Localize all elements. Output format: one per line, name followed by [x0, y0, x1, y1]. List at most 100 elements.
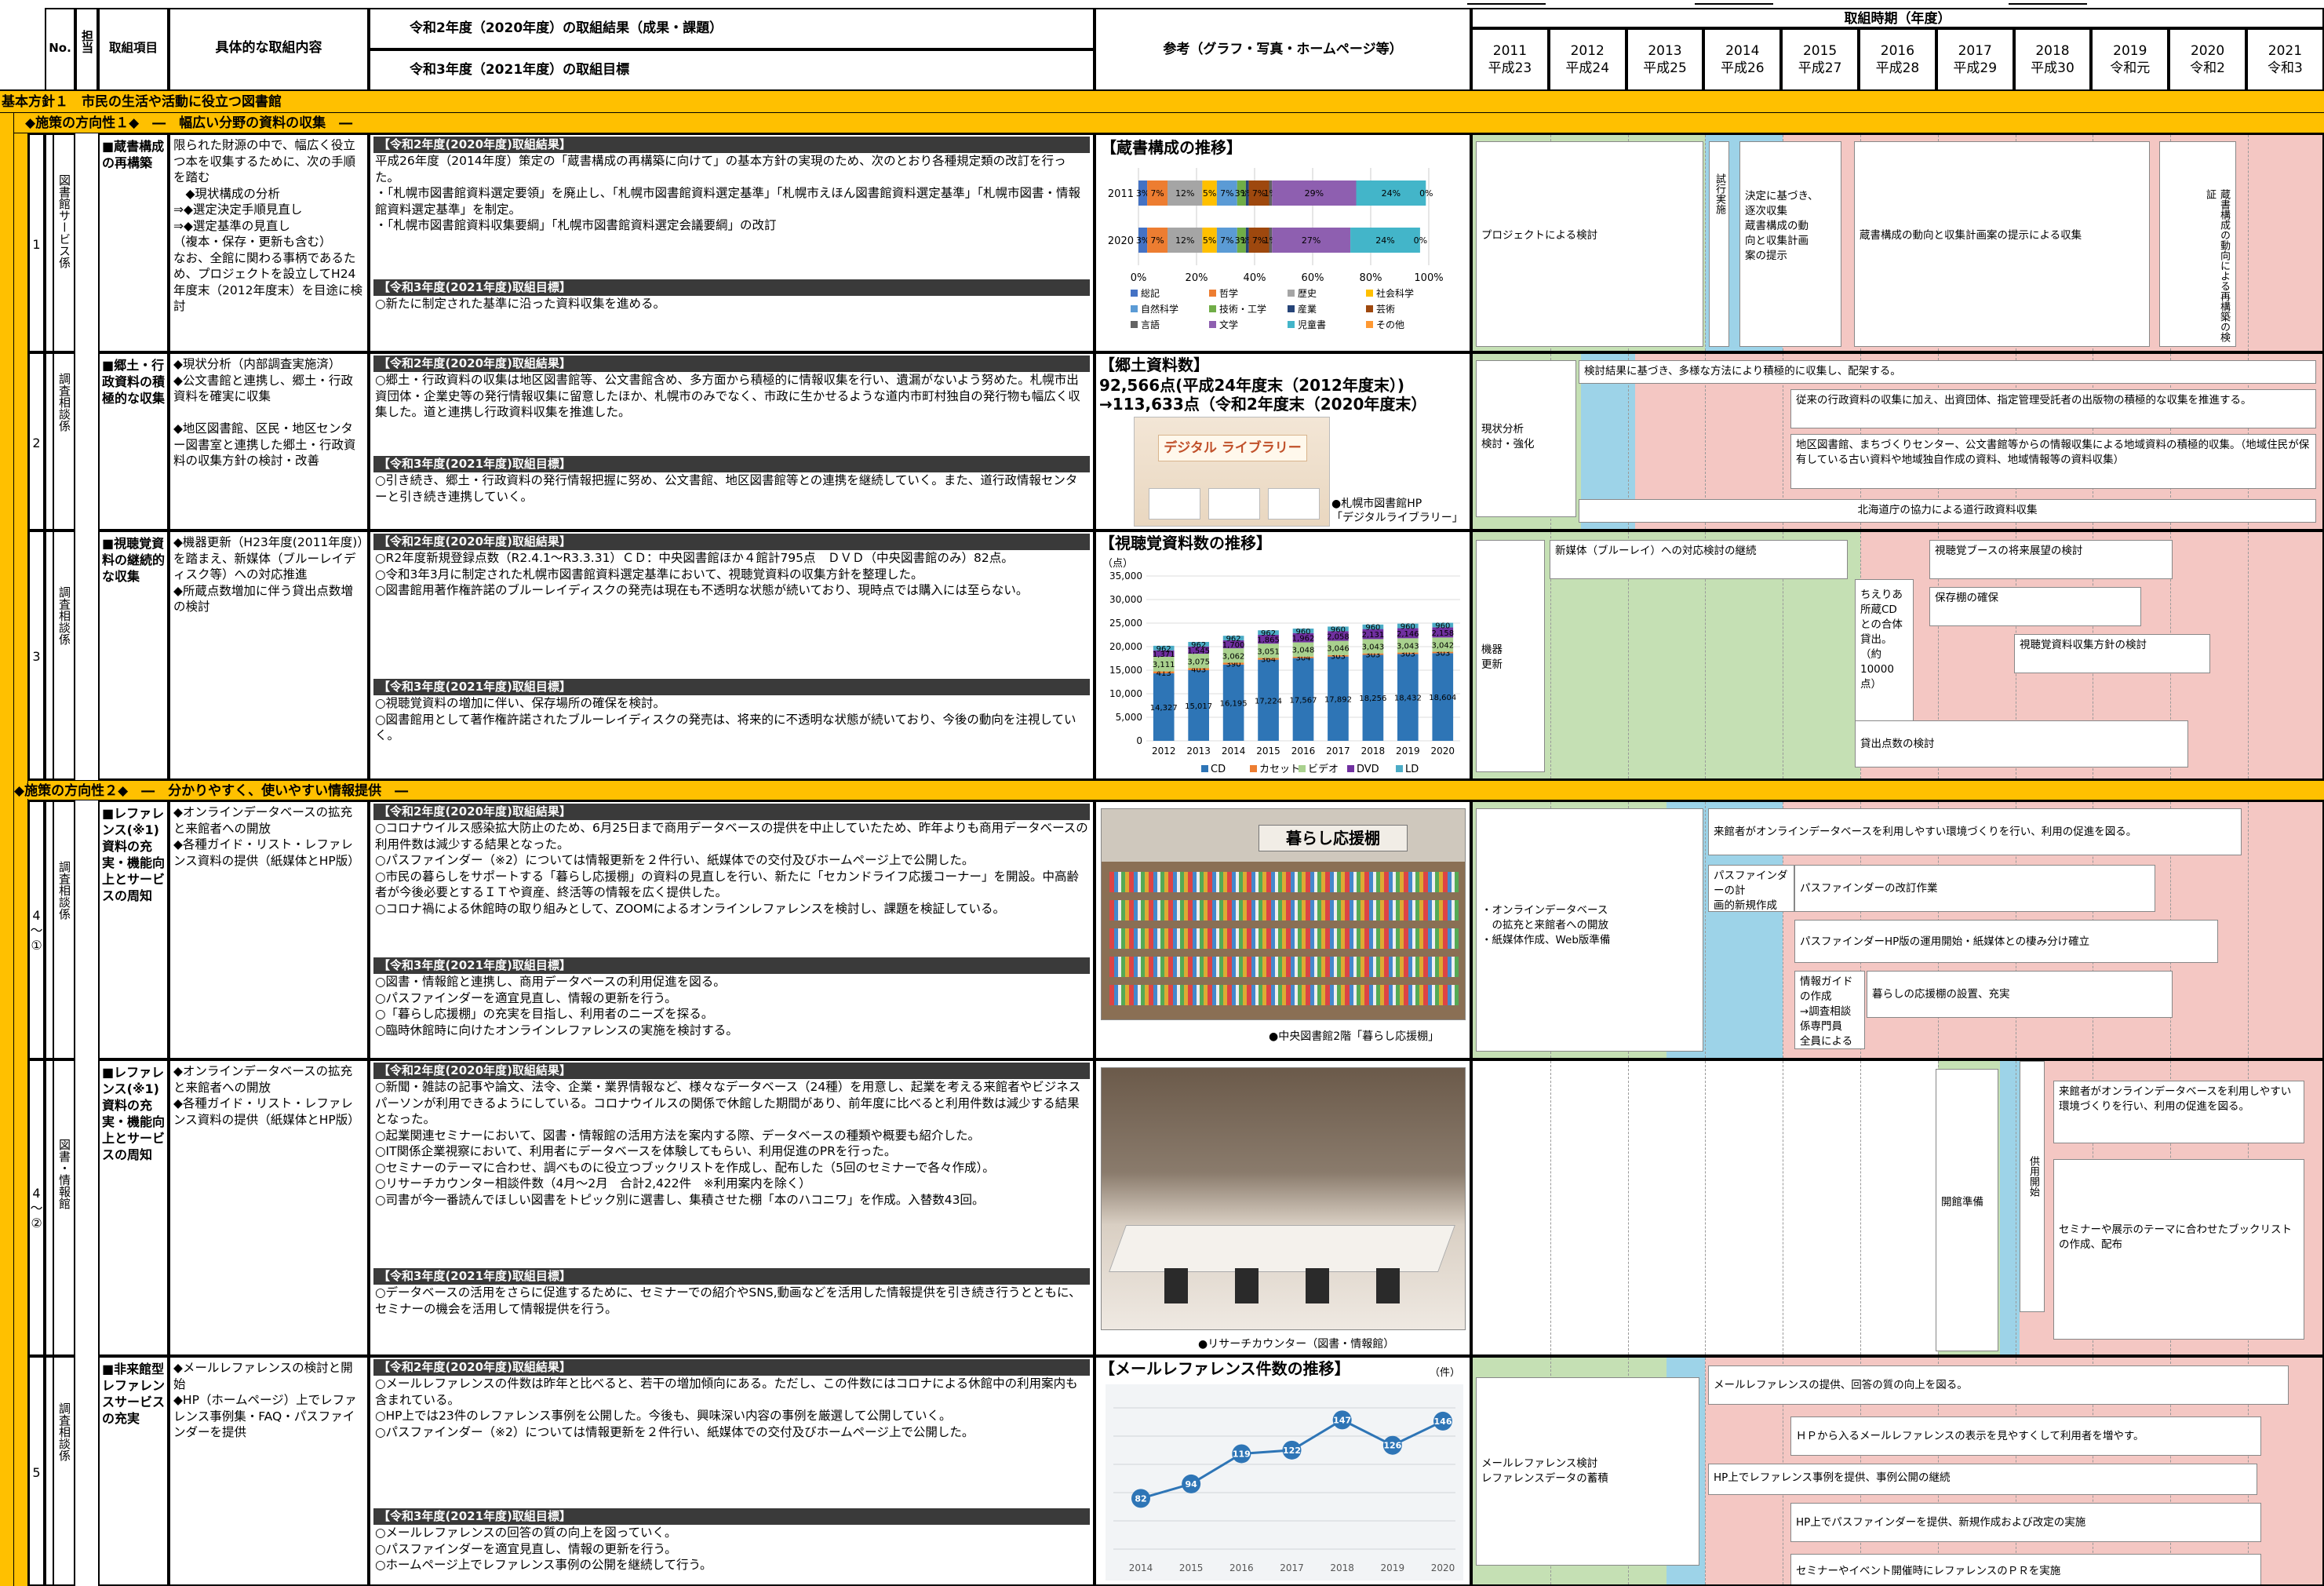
x-tick-label: 2013 [1186, 746, 1211, 757]
legend-label: CD [1211, 764, 1226, 775]
legend-swatch [1396, 765, 1403, 772]
legend-swatch [1209, 290, 1216, 297]
header-mark [1695, 0, 1773, 5]
year-label: 2016 [1880, 43, 1915, 59]
wareki-label: 平成25 [1643, 60, 1687, 76]
reference-cell: 【郷土資料数】 92,566点(平成24年度末（2012年度末）) →113,633… [1095, 352, 1471, 530]
x-tick-label: 2015 [1256, 746, 1280, 757]
timeline-box: ちえりあ 所蔵CD との合体 貸出。 （約10000 点） [1855, 579, 1914, 736]
x-tick-label: 2019 [1396, 746, 1420, 757]
table-row: 4 ～ ② 図書・情報館 ■レファレンス(※1)資料の充実・機能向上とサービスの周知… [0, 1059, 2324, 1356]
year-gridline [2248, 532, 2249, 778]
timeline-box: 従来の行政資料の収集に加え、出資団体、指定管理受託者の出版物の積極的な収集を推進… [1790, 389, 2316, 428]
x-tick-label: 0% [1131, 272, 1147, 284]
tanto-label: 調査相談係 [57, 861, 71, 920]
x-tick-label: 2016 [1291, 746, 1316, 757]
y-tick-label: 35,000 [1109, 571, 1142, 582]
legend-label: 自然科学 [1141, 303, 1178, 315]
timeline-box: 現状分析 検討・強化 [1476, 360, 1576, 517]
timeline-box: 蔵書構成の動向と収集計画案の提示による収集 [1854, 141, 2150, 347]
result-cell: 【令和2年度(2020年度)取組結果】 ○メールレファレンスの件数は昨年と比べると… [369, 1356, 1095, 1586]
table-header: No. 担当 取組項目 具体的な取組内容 令和2年度（2020年度）の取組結果（… [0, 0, 2324, 91]
data-label: 960 [1435, 622, 1450, 630]
chart-title: 【蔵書構成の推移】 [1101, 138, 1242, 157]
r2-label: 【令和2年度(2020年度)取組結果】 [373, 1359, 1090, 1376]
x-tick-label: 2019 [1381, 1562, 1405, 1573]
data-label: 14,327 [1150, 704, 1178, 713]
tanto-cell: 図書館サービス係 [53, 133, 75, 352]
x-tick-label: 2020 [1431, 746, 1455, 757]
reference-cell: 【蔵書構成の推移】 0% 20% 40% 60% 80% 100% 2011 3% 7% 12% 5%… [1095, 133, 1471, 352]
x-tick-label: 2016 [1229, 1562, 1254, 1573]
data-label: 94 [1186, 1479, 1198, 1489]
r2-text: ○R2年度新規登録点数（R2.4.1～R3.3.31）ＣＤ：中央図書館ほか４館計… [375, 551, 1029, 597]
tanto-cell: 調査相談係 [53, 800, 75, 1059]
tanto-label: 調査相談係 [57, 586, 71, 645]
book-row [1109, 957, 1459, 977]
r3-text: ○引き続き、郷土・行政資料の発行情報把握に努め、公文書館、地区図書館等との連携を… [375, 473, 1078, 504]
timeline-box: セミナーや展示のテーマに合わせたブックリストの作成、配布 [2053, 1159, 2304, 1340]
legend-label: その他 [1376, 319, 1404, 330]
counter-desk [1109, 1225, 1455, 1272]
data-label: 126 [1383, 1441, 1401, 1451]
data-label: 962 [1226, 635, 1241, 644]
data-label: 12% [1175, 188, 1194, 199]
timeline-box: プロジェクトによる検討 [1476, 141, 1703, 347]
legend-swatch [1209, 305, 1216, 312]
data-label: 3,111 [1153, 661, 1175, 669]
year-header-cell: 2018 平成30 [2013, 28, 2092, 91]
reference-cell: ●リサーチカウンター（図書・情報館） [1095, 1059, 1471, 1356]
timeline-cell: 現状分析 検討・強化 検討結果に基づき、多様な方法により積極的に収集し、配架する。… [1471, 352, 2324, 530]
content-cell: 限られた財源の中で、幅広く役立つ本を収集するために、次の手順を踏む ◆現状構成の… [169, 133, 369, 352]
r2-text: ○郷土・行政資料の収集は地区図書館等、公文書館含め、多方面から積極的に情報収集を… [375, 373, 1080, 419]
data-label: 3,043 [1397, 642, 1419, 651]
r2-text: ○メールレファレンスの件数は昨年と比べると、若干の増加傾向にある。ただし、この件… [375, 1376, 1078, 1439]
year-header-cell: 2021 令和3 [2246, 28, 2324, 91]
data-label: 146 [1434, 1416, 1452, 1427]
timeline-box: HP上でレファレンス事例を提供、事例公開の継続 [1708, 1464, 2257, 1495]
data-label: 3,062 [1222, 652, 1245, 661]
ref-line-1: 92,566点(平成24年度末（2012年度末）) [1099, 376, 1404, 395]
content-cell: ◆機器更新（H23年度(2011年度)）を踏まえ、新媒体（ブルーレイディスク等）… [169, 530, 369, 780]
legend-label: 芸術 [1376, 304, 1395, 315]
chart-unit: （件） [1429, 1367, 1460, 1379]
chair [1235, 1268, 1259, 1303]
wareki-label: 令和3 [2267, 60, 2303, 76]
ref-title: 【郷土資料数】 [1099, 355, 1209, 374]
data-label: 5% [1203, 188, 1216, 199]
r2-label: 【令和2年度(2020年度)取組結果】 [373, 355, 1090, 372]
timeline-box: 機器 更新 [1476, 540, 1545, 772]
direction-band-1: ◆施策の方向性１◆ ― 幅広い分野の資料の収集 ― [14, 113, 2324, 133]
legend-label: 児童書 [1298, 319, 1326, 330]
timeline-cell: 開館準備 供用開始 来館者がオンラインデータベースを利用しやすい環境づくりを行い、利… [1471, 1059, 2324, 1356]
header-mark [2009, 0, 2087, 5]
timeline-cell: プロジェクトによる検討試行実施 要領改正決定に基づき、 逐次収集 蔵書構成の動 … [1471, 133, 2324, 352]
legend-label: 文学 [1219, 319, 1238, 330]
data-label: 0% [1419, 188, 1433, 199]
r3-text: ○メールレファレンスの回答の質の向上を図っていく。 ○パスファインダーを適宜見直… [375, 1526, 712, 1572]
book-row [1109, 872, 1459, 892]
direction-2-title: ◆施策の方向性２◆ ― 分かりやすく、使いやすい情報提供 ― [14, 783, 409, 799]
content-cell: ◆オンラインデータベースの拡充と来館者への開放 ◆各種ガイド・リスト・レファレン… [169, 800, 369, 1059]
tanto-cell: 調査相談係 [53, 352, 75, 530]
legend-swatch [1299, 765, 1306, 772]
thumbnail-tile [1268, 488, 1320, 520]
r2-text: ○コロナウイルス感染拡大防止のため、6月25日まで商用データベースの提供を中止し… [375, 821, 1088, 916]
timeline-cell: メールレファレンス検討 レファレンスデータの蓄積 メールレファレンスの提供、回答の… [1471, 1356, 2324, 1586]
table-row: 1 図書館サービス係 ■蔵書構成の再構築 限られた財源の中で、幅広く役立つ本を収集する… [0, 133, 2324, 352]
year-label: 2015 [1802, 43, 1838, 59]
timeline-box: ・オンラインデータベース の拡充と来館者への開放 ・紙媒体作成、Web版準備 [1476, 808, 1703, 1052]
x-tick-label: 2012 [1152, 746, 1176, 757]
policy-band: 基本方針１ 市民の生活や活動に役立つ図書館 [0, 91, 2324, 113]
y-tick-label: 15,000 [1109, 665, 1142, 676]
wareki-label: 平成23 [1488, 60, 1532, 76]
year-label: 2021 [2268, 43, 2303, 59]
row-number: 5 [28, 1356, 45, 1586]
header-ref: 参考（グラフ・写真・ホームページ等） [1095, 8, 1471, 91]
header-no: No. [45, 8, 75, 91]
tanto-label: 調査相談係 [57, 1402, 71, 1461]
x-tick-label: 20% [1186, 272, 1208, 284]
legend-swatch [1131, 321, 1138, 328]
wareki-label: 平成24 [1565, 60, 1610, 76]
timeline-box: 保存棚の確保 [1929, 587, 2141, 626]
